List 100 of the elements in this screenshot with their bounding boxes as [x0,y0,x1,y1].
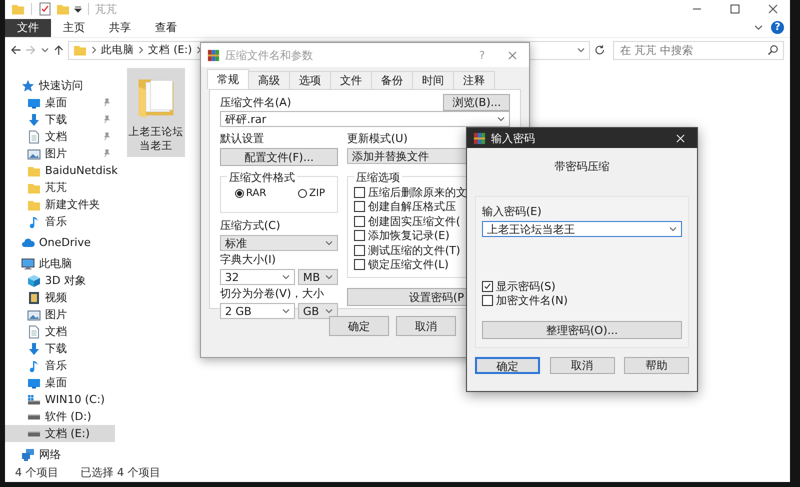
cube-icon [27,274,41,288]
sidebar-item[interactable]: 软件 (D:) [5,408,115,426]
caret-icon[interactable] [74,5,82,14]
checklist-icon[interactable] [38,2,52,16]
sidebar-item[interactable]: 音乐 [5,357,115,374]
breadcrumb-item[interactable]: 此电脑 [101,43,134,58]
ribbon-tab[interactable]: 共享 [97,18,143,38]
download-icon [27,342,41,356]
sidebar-item[interactable]: 图片 [5,145,115,162]
picture-icon [27,308,41,322]
sidebar-item[interactable]: 桌面 [5,374,115,392]
refresh-icon[interactable] [594,44,605,56]
film-icon [27,290,41,305]
books-icon [207,48,220,62]
item-count: 4 个项目 [15,465,58,480]
dialog-button[interactable]: 确定 [329,316,389,336]
download-icon [27,112,41,127]
checkbox[interactable]: 测试压缩的文件(T) [354,243,467,258]
sidebar-item[interactable]: BaiduNetdisk [5,162,115,180]
checkbox[interactable]: 添加恢复记录(E) [354,228,467,243]
dialog-title: 压缩文件名和参数 [225,48,313,62]
archive-name-field[interactable]: 砰砰.rar [220,111,510,127]
sidebar-item[interactable]: 快速访问 [5,77,115,94]
field-label: 更新模式(U) [347,132,409,146]
radio-button[interactable]: ZIP [298,188,325,199]
unit-dropdown[interactable]: MB [298,269,338,285]
sidebar-item[interactable]: 下载 [5,111,115,128]
radio-button[interactable]: RAR [235,188,266,199]
up-arrow-icon[interactable] [52,44,64,56]
dictionary-dropdown[interactable]: 32 [220,269,295,285]
caret-icon [282,307,290,315]
sidebar-item[interactable]: 图片 [5,306,115,324]
profiles-button[interactable]: 配置文件(F)... [220,148,338,166]
sidebar-item[interactable]: 文档 (E:) [5,425,115,442]
caret-icon [576,46,585,54]
tab[interactable]: 常规 [207,69,249,89]
method-dropdown[interactable]: 标准 [220,235,338,251]
sidebar-item[interactable]: 芃芃 [5,179,115,196]
chevron-icon [754,23,763,32]
unit-dropdown[interactable]: GB [298,303,338,319]
dialog-button[interactable]: 取消 [396,316,456,336]
ribbon-tab[interactable]: 主页 [51,18,97,38]
dialog-button[interactable]: 确定 [475,357,540,374]
browse-button[interactable]: 浏览(B)... [443,94,510,111]
sidebar-item[interactable]: OneDrive [5,234,115,252]
sidebar-item[interactable]: 视频 [5,289,115,306]
update-mode-dropdown[interactable]: 添加并替换文件 [347,148,467,164]
split-size-dropdown[interactable]: 2 GB [220,303,295,319]
caret-icon [497,115,505,123]
chevron-icon [91,46,98,54]
sidebar-item[interactable]: 此电脑 [5,255,115,272]
checkbox[interactable]: 加密文件名(N) [482,294,682,308]
selection-count: 已选择 4 个项目 [80,465,160,480]
ribbon-tab[interactable]: 文件 [5,18,51,38]
folder-icon [73,43,88,58]
checkbox[interactable]: 创建固实压缩文件( [354,214,467,228]
picture-icon [27,146,41,161]
breadcrumb-item[interactable]: 文档 (E:) [148,43,192,58]
sidebar-item[interactable]: 网络 [5,446,115,464]
field-label: 压缩文件名(A) [220,96,292,110]
caret-icon [325,239,333,247]
folder-item[interactable]: 上老王论坛当老王 [127,68,185,158]
search-field[interactable]: 在 芃芃 中搜索 [613,40,784,60]
password-field[interactable]: 上老王论坛当老王 [482,221,682,237]
sidebar-item[interactable]: 桌面 [5,94,115,112]
field-label: 压缩方式(C) [220,219,282,233]
caret-icon [282,273,290,281]
caret-icon [40,46,49,54]
sidebar-item[interactable]: 3D 对象 [5,272,115,290]
set-password-button[interactable]: 设置密码(P [347,288,467,306]
dialog-button[interactable]: 帮助 [624,357,689,374]
chevron-icon [138,46,144,54]
close-icon[interactable] [768,4,778,14]
checkbox[interactable]: 创建自解压格式压 [354,200,467,214]
field-label: 字典大小(I) [220,253,277,267]
sidebar-item[interactable]: 音乐 [5,213,115,230]
sidebar-item[interactable]: WIN10 (C:) [5,391,115,408]
drive-icon [27,430,41,437]
back-arrow-icon[interactable] [10,44,22,56]
tab[interactable]: 注释 [453,71,495,89]
cloud-icon [21,236,35,250]
sidebar-item[interactable]: 新建文件夹 [5,196,115,214]
sidebar-item[interactable]: 文档 [5,128,115,146]
maximize-icon[interactable] [730,4,740,14]
organize-passwords-button[interactable]: 整理密码(O)... [482,321,682,339]
document-icon [27,130,41,144]
checkbox[interactable]: 锁定压缩文件(L) [354,258,467,272]
dialog-button[interactable]: 取消 [550,357,614,374]
sidebar-item[interactable]: 文档 [5,323,115,340]
help-icon[interactable]: ? [771,21,784,34]
ribbon-tab[interactable]: 查看 [143,18,189,38]
checkbox[interactable]: 压缩后删除原来的文 [354,185,467,200]
drive-icon [27,414,41,420]
sidebar-item[interactable]: 下载 [5,340,115,358]
drive-icon [27,392,41,407]
caret-icon [325,273,333,281]
field-label: 切分为分卷(V)，大小 [220,287,326,301]
group-label: 压缩文件格式 [227,170,297,185]
star-icon [21,78,35,93]
checkbox[interactable]: 显示密码(S) [482,279,682,294]
